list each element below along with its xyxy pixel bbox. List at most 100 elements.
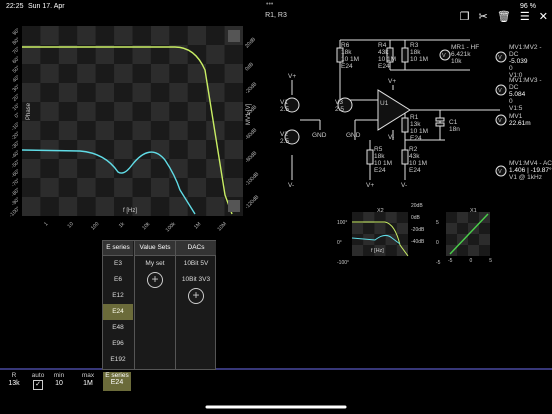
left-tick-label: 60° <box>12 55 22 65</box>
eseries-value: E24 <box>110 379 124 386</box>
eseries-header: E series <box>103 241 133 256</box>
valuesets-header: Value Sets <box>135 241 175 256</box>
r-label: R <box>11 372 17 379</box>
mini-xy-plot[interactable] <box>446 212 490 256</box>
left-tick-label: 70° <box>12 46 22 56</box>
right-tick-label: -20dB <box>244 81 258 95</box>
v1-label: V1 2.5 <box>280 99 290 113</box>
r5-label: R5 18k 10 1M E24 <box>374 146 393 174</box>
left-axis-label: Phase <box>26 102 32 120</box>
dac-item[interactable]: 10Bit 5V <box>176 256 216 272</box>
vminus-label-1: V- <box>288 182 295 189</box>
bode-plot <box>21 26 243 216</box>
add-dac-icon[interactable]: + <box>188 288 204 304</box>
left-tick-label: 30° <box>12 84 22 94</box>
x-tick-label: 100k <box>165 221 177 233</box>
svg-text:V: V <box>498 55 502 61</box>
left-tick-label: 90° <box>12 27 22 37</box>
v2-label: V2 2.5 <box>280 131 290 145</box>
left-tick-label: 10° <box>12 102 22 112</box>
x-tick-label: 1k <box>118 221 126 229</box>
vplus-label-3: V+ <box>388 78 397 85</box>
max-label: max <box>81 372 95 379</box>
v3-label: V3 2.5 <box>335 99 345 113</box>
x-tick-label: 1 <box>43 221 49 227</box>
svg-text:V: V <box>498 88 502 94</box>
left-tick-label: 80° <box>12 37 22 47</box>
mv4-readout: MV1:MV4 - AC 1.406 | -19.87° V1 @ 1kHz <box>509 160 552 181</box>
left-tick-label: 0° <box>14 112 22 120</box>
svg-text:V: V <box>442 53 446 59</box>
min-label: min <box>53 372 65 379</box>
dac-item[interactable]: 10Bit 3V3 <box>176 272 216 288</box>
right-tick-label: -100dB <box>244 171 260 187</box>
eseries-item[interactable]: E3 <box>103 256 133 272</box>
left-tick-label: -100° <box>8 206 21 219</box>
svg-text:V: V <box>498 169 502 175</box>
left-tick-label: 20° <box>12 93 22 103</box>
eseries-column: E series E3 E6 E12 E24 E48 E96 E192 <box>103 241 133 369</box>
vplus-label-2: V+ <box>366 182 375 189</box>
dacs-column: DACs 10Bit 5V 10Bit 3V3 + <box>175 241 216 369</box>
mini-bode-xlabel: f [Hz] <box>371 248 384 254</box>
x-tick-label: 10 <box>67 221 75 229</box>
r6-label: R6 18k 10 1M E24 <box>341 42 360 70</box>
eseries-item[interactable]: E24 <box>103 304 133 320</box>
mini-xy-y-ticks: 5 0 -5 <box>436 220 441 266</box>
vminus-label-3: V- <box>388 134 395 141</box>
eseries-item[interactable]: E12 <box>103 288 133 304</box>
eseries-label: E series <box>105 372 129 379</box>
gnd-label-2: GND <box>346 132 361 139</box>
eseries-item[interactable]: E6 <box>103 272 133 288</box>
auto-label: auto <box>31 372 45 379</box>
mv1-readout: MV1 22.61m <box>509 113 531 127</box>
add-valueset-icon[interactable]: + <box>147 272 163 288</box>
left-axis-ticks: 90°80°70°60°50°40°30°20°10°0°-10°-20°-30… <box>8 27 21 219</box>
u1-label: U1 <box>380 100 389 107</box>
eseries-item[interactable]: E48 <box>103 320 133 336</box>
vminus-label-2: V- <box>401 182 408 189</box>
right-tick-label: -60dB <box>244 127 258 141</box>
mr1-label: MR1 - HF 6.421k 10k <box>451 44 480 65</box>
x-tick-label: 100 <box>90 221 100 231</box>
mini-xy-x-ticks: -5 0 5 <box>448 258 492 264</box>
r2-label: R2 43k 10 1M E24 <box>409 146 428 174</box>
max-value[interactable]: 1M <box>78 380 98 387</box>
x-axis-label: f [Hz] <box>123 208 137 214</box>
resize-icon[interactable] <box>228 200 240 212</box>
gnd-label-1: GND <box>312 132 327 139</box>
right-axis-label: MV1 [V] <box>246 103 252 125</box>
r1-label: R1 13k 10 1M E24 <box>410 114 429 142</box>
value-table: E series E3 E6 E12 E24 E48 E96 E192 Value Sets… <box>102 240 216 370</box>
auto-checkbox[interactable]: ✓ <box>33 380 43 390</box>
mv3-readout: MV1:MV3 - DC 5.084 0 V1:5 <box>509 77 542 112</box>
right-tick-label: 20dB <box>244 36 257 49</box>
mini-bode-title: X2 <box>377 208 384 214</box>
voltmeters[interactable] <box>439 49 507 177</box>
left-tick-label: 50° <box>12 65 22 75</box>
eseries-item[interactable]: E192 <box>103 352 133 368</box>
x-tick-label: 1M <box>193 221 202 230</box>
eseries-selector[interactable]: E series E24 <box>103 372 131 391</box>
min-value[interactable]: 10 <box>50 380 68 387</box>
r-value[interactable]: 13k <box>5 380 23 387</box>
svg-text:V: V <box>498 118 502 124</box>
mini-bode-right-ticks: 20dB 0dB -20dB -40dB <box>411 203 425 245</box>
right-tick-label: -80dB <box>244 150 258 164</box>
valueset-item[interactable]: My set <box>135 256 175 272</box>
parameter-bar: R 13k auto ✓ min 10 max 1M E series E24 <box>0 372 140 392</box>
r3-label: R3 18k 10 1M <box>410 42 429 63</box>
x-tick-label: 10k <box>141 221 151 231</box>
right-tick-label: -120dB <box>244 194 260 210</box>
mv2-readout: MV1:MV2 - DC -5.039 0 V1:0 <box>509 44 542 79</box>
meter-glyphs: V V V V V <box>442 53 502 175</box>
r4-label: R4 43k 10 1M E24 <box>378 42 397 70</box>
left-tick-label: 40° <box>12 74 22 84</box>
eseries-item[interactable]: E96 <box>103 336 133 352</box>
pin-icon[interactable] <box>228 30 240 42</box>
x-tick-label: 10M <box>217 221 228 232</box>
x-axis-ticks: 1 10 100 1k 10k 100k 1M 10M <box>43 221 228 233</box>
right-tick-label: 0dB <box>244 61 255 72</box>
c1-label: C1 18n <box>449 119 460 133</box>
valuesets-column: Value Sets My set + <box>134 241 175 369</box>
